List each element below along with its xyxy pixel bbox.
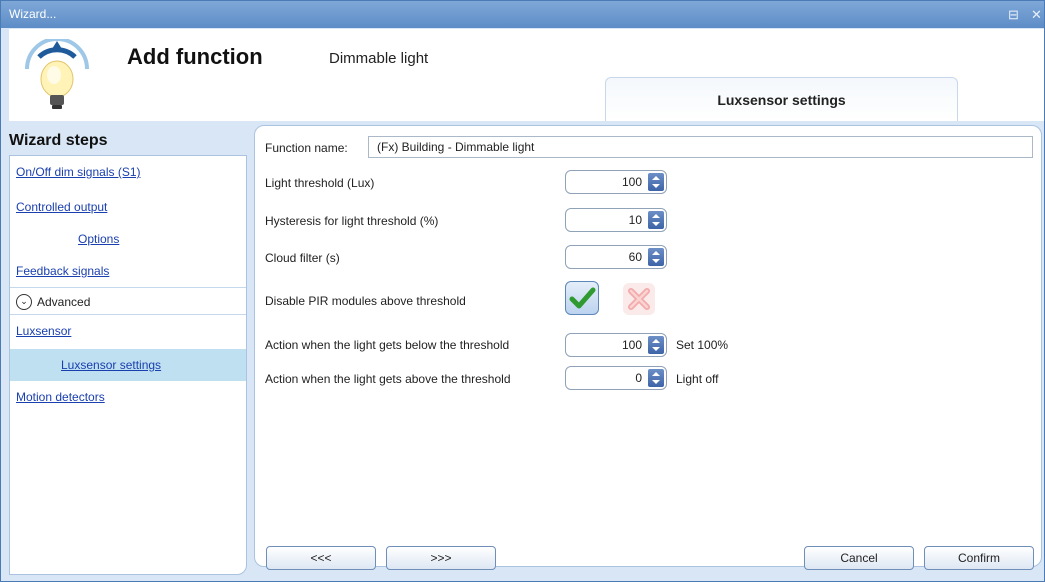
wizard-steps-title: Wizard steps — [9, 132, 108, 149]
action-above-label: Action when the light gets above the thr… — [265, 372, 511, 386]
spin-arrows-icon[interactable] — [648, 173, 664, 191]
wizard-header: Add function Dimmable light Luxsensor se… — [9, 29, 1044, 121]
title-bar: Wizard... ⊟ ✕ — [1, 1, 1044, 28]
spin-arrows-icon[interactable] — [648, 248, 664, 266]
spin-arrows-icon[interactable] — [648, 369, 664, 387]
step-feedback-signals[interactable]: Feedback signals — [10, 257, 246, 285]
hysteresis-value: 10 — [628, 213, 642, 227]
restore-icon[interactable]: ⊟ — [1008, 7, 1019, 23]
chevron-down-icon[interactable]: ⌄ — [16, 293, 32, 310]
previous-button[interactable]: <<< — [266, 546, 376, 570]
light-bulb-icon — [25, 39, 89, 109]
step-options[interactable]: Options — [10, 225, 246, 253]
action-below-label: Action when the light gets below the thr… — [265, 338, 510, 352]
step-link[interactable]: Motion detectors — [16, 390, 105, 404]
window-title: Wizard... — [9, 7, 57, 21]
wizard-steps-panel: On/Off dim signals (S1) Controlled outpu… — [9, 155, 247, 575]
function-type: Dimmable light — [329, 50, 429, 67]
action-below-unit: Set 100% — [676, 338, 729, 352]
step-luxsensor-settings[interactable]: Luxsensor settings — [10, 349, 246, 381]
spin-arrows-icon[interactable] — [648, 211, 664, 229]
cloud-filter-stepper[interactable]: 60 — [565, 245, 667, 269]
step-link[interactable]: Luxsensor — [16, 324, 71, 338]
action-below-stepper[interactable]: 100 — [565, 333, 667, 357]
confirm-button[interactable]: Confirm — [924, 546, 1034, 570]
cancel-button[interactable]: Cancel — [804, 546, 914, 570]
light-threshold-stepper[interactable]: 100 — [565, 170, 667, 194]
step-luxsensor[interactable]: Luxsensor — [10, 317, 246, 345]
spin-arrows-icon[interactable] — [648, 336, 664, 354]
next-button[interactable]: >>> — [386, 546, 496, 570]
step-link[interactable]: Options — [78, 232, 119, 246]
step-controlled-output[interactable]: Controlled output — [10, 193, 246, 221]
cloud-filter-label: Cloud filter (s) — [265, 251, 340, 265]
disable-pir-label: Disable PIR modules above threshold — [265, 294, 466, 308]
step-advanced-group[interactable]: ⌄ Advanced — [10, 287, 246, 315]
hysteresis-label: Hysteresis for light threshold (%) — [265, 214, 439, 228]
action-above-unit: Light off — [676, 372, 719, 386]
light-threshold-label: Light threshold (Lux) — [265, 176, 375, 190]
step-on-off-dim-signals[interactable]: On/Off dim signals (S1) — [10, 158, 246, 186]
action-below-value: 100 — [621, 338, 642, 352]
hysteresis-stepper[interactable]: 10 — [565, 208, 667, 232]
action-above-value: 0 — [635, 371, 642, 385]
step-link[interactable]: On/Off dim signals (S1) — [16, 165, 141, 179]
enable-checkmark-button[interactable] — [565, 281, 599, 315]
settings-panel: Function name: (Fx) Building - Dimmable … — [254, 125, 1042, 567]
step-motion-detectors[interactable]: Motion detectors — [10, 383, 246, 411]
cross-icon — [628, 288, 650, 310]
function-name-label: Function name: — [265, 141, 348, 155]
cloud-filter-value: 60 — [628, 250, 642, 264]
advanced-label: Advanced — [37, 295, 91, 309]
tab-luxsensor-settings[interactable]: Luxsensor settings — [605, 77, 958, 121]
action-above-stepper[interactable]: 0 — [565, 366, 667, 390]
function-name-field[interactable]: (Fx) Building - Dimmable light — [368, 136, 1033, 158]
close-icon[interactable]: ✕ — [1031, 7, 1042, 23]
step-link[interactable]: Feedback signals — [16, 264, 109, 278]
light-threshold-value: 100 — [621, 175, 642, 189]
page-title: Add function — [127, 44, 263, 69]
disable-x-button[interactable] — [623, 283, 655, 315]
checkmark-icon — [569, 287, 596, 309]
wizard-window: Wizard... ⊟ ✕ Add function Dimmable ligh… — [0, 0, 1045, 582]
step-link[interactable]: Controlled output — [16, 200, 107, 214]
step-link[interactable]: Luxsensor settings — [61, 358, 161, 372]
